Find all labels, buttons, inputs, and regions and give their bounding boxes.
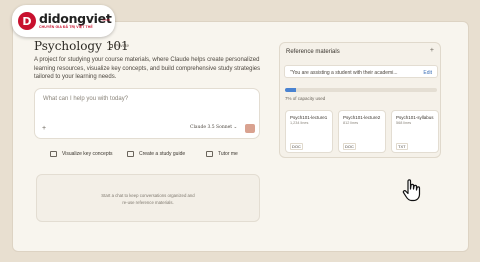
file-lines: 1,234 lines xyxy=(290,121,309,125)
visibility-label: Private xyxy=(115,43,130,48)
attach-plus-icon[interactable]: + xyxy=(42,125,46,132)
chart-icon xyxy=(50,151,57,157)
project-description: A project for studying your course mater… xyxy=(34,57,261,80)
visualize-concepts-button[interactable]: Visualize key concepts xyxy=(50,151,113,157)
empty-state-line2: re-use reference materials. xyxy=(122,199,174,205)
edit-instructions-button[interactable]: Edit xyxy=(423,70,432,76)
file-type-badge: DOC xyxy=(290,143,303,150)
study-guide-button[interactable]: Create a study guide xyxy=(127,151,185,157)
file-card[interactable]: Psych101-lecture1 1,234 lines DOC xyxy=(285,110,333,153)
brand-domain: .com xyxy=(101,17,110,22)
file-card[interactable]: Psych101-syllabus 568 lines TXT xyxy=(391,110,439,153)
hand-cursor-icon xyxy=(402,179,421,202)
empty-chats-panel: Start a chat to keep conversations organ… xyxy=(36,174,260,222)
brand-tagline: CHUYÊN GIA ĐÃ TRỊ VIỆT THẾ xyxy=(39,25,93,29)
chat-input[interactable]: What can I help you with today? + Claude… xyxy=(34,88,260,139)
action-label: Create a study guide xyxy=(139,151,186,157)
model-selector[interactable]: Claude 3.5 Sonnet ⌄ xyxy=(190,125,237,130)
reference-title: Reference materials xyxy=(286,49,340,55)
file-type-badge: DOC xyxy=(343,143,356,150)
action-label: Tutor me xyxy=(218,151,238,157)
chat-placeholder[interactable]: What can I help you with today? xyxy=(43,96,128,102)
send-button[interactable] xyxy=(245,124,255,133)
brand-mark-icon: D xyxy=(18,12,36,30)
file-lines: 568 lines xyxy=(396,121,412,125)
add-reference-icon[interactable]: + xyxy=(430,47,434,54)
tutor-icon xyxy=(206,151,213,157)
project-instructions[interactable]: "You are assisting a student with their … xyxy=(284,65,438,78)
file-name: Psych101-lecture1 xyxy=(290,115,328,120)
file-name: Psych101-lecture2 xyxy=(343,115,381,120)
tutor-me-button[interactable]: Tutor me xyxy=(206,151,238,157)
file-lines: 812 lines xyxy=(343,121,359,125)
document-icon xyxy=(127,151,134,157)
capacity-fill xyxy=(285,88,296,92)
brand-logo: D didongviet CHUYÊN GIA ĐÃ TRỊ VIỆT THẾ … xyxy=(12,5,115,37)
capacity-text: 7% of capacity used xyxy=(285,96,326,101)
visibility-badge: Private xyxy=(109,43,129,48)
empty-state-text: Start a chat to keep conversations organ… xyxy=(37,193,259,206)
instructions-text: "You are assisting a student with their … xyxy=(290,69,398,76)
action-label: Visualize key concepts xyxy=(62,151,113,157)
capacity-bar xyxy=(285,88,437,92)
reference-panel: Reference materials + "You are assisting… xyxy=(279,42,441,158)
lock-icon xyxy=(109,43,113,48)
file-card[interactable]: Psych101-lecture2 812 lines DOC xyxy=(338,110,386,153)
file-type-badge: TXT xyxy=(396,143,408,150)
file-name: Psych101-syllabus xyxy=(396,115,434,120)
